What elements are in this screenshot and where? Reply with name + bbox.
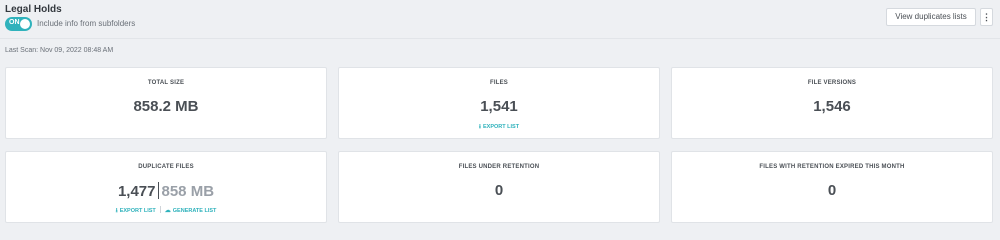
page-title: Legal Holds: [5, 4, 62, 15]
download-icon: ⭳: [115, 208, 118, 214]
card-value: 1,477 858 MB: [6, 182, 326, 200]
duplicate-count: 1,477: [117, 183, 156, 200]
retention-expired-card: FILES WITH RETENTION EXPIRED THIS MONTH …: [671, 151, 993, 223]
files-card: FILES 1,541 ⭳ EXPORT LIST: [338, 67, 660, 139]
generate-list-link[interactable]: ☁ GENERATE LIST: [165, 208, 217, 214]
card-label: FILES UNDER RETENTION: [458, 164, 540, 170]
total-size-card: TOTAL SIZE 858.2 MB: [5, 67, 327, 139]
card-value: 858.2 MB: [133, 98, 199, 115]
card-links: ⭳ EXPORT LIST: [339, 122, 659, 132]
card-label: FILES WITH RETENTION EXPIRED THIS MONTH: [759, 164, 905, 170]
last-scan-timestamp: Last Scan: Nov 09, 2022 08:48 AM: [5, 47, 114, 54]
more-options-button[interactable]: ⋮: [980, 8, 993, 26]
download-icon: ⭳: [478, 124, 482, 130]
page-header: Legal Holds ON Include info from subfold…: [0, 0, 1000, 39]
cloud-upload-icon: ☁: [164, 208, 171, 214]
card-label: FILES: [489, 80, 508, 86]
card-value: 1,541: [480, 98, 518, 115]
duplicate-size: 858 MB: [161, 183, 215, 200]
card-value: 0: [827, 182, 837, 199]
toggle-state-label: ON: [9, 19, 20, 26]
duplicate-files-card: DUPLICATE FILES 1,477 858 MB ⭳ EXPORT LIST…: [5, 151, 327, 223]
toggle-knob: [20, 19, 30, 29]
files-under-retention-card: FILES UNDER RETENTION 0: [338, 151, 660, 223]
export-list-label: EXPORT LIST: [119, 208, 156, 214]
include-subfolders-label: Include info from subfolders: [37, 19, 136, 28]
generate-list-label: GENERATE LIST: [172, 208, 217, 214]
export-list-label: EXPORT LIST: [483, 124, 520, 130]
export-list-link[interactable]: ⭳ EXPORT LIST: [116, 208, 156, 214]
link-divider: [159, 206, 161, 213]
card-label: DUPLICATE FILES: [138, 164, 194, 170]
card-links: ⭳ EXPORT LIST ☁ GENERATE LIST: [6, 206, 326, 216]
include-subfolders-toggle[interactable]: ON: [5, 17, 32, 31]
value-divider: [157, 182, 159, 199]
card-label: TOTAL SIZE: [147, 80, 185, 86]
card-label: FILE VERSIONS: [807, 80, 857, 86]
view-duplicates-lists-button[interactable]: View duplicates lists: [886, 8, 976, 26]
card-value: 1,546: [813, 98, 851, 115]
card-value: 0: [494, 182, 504, 199]
export-list-link[interactable]: ⭳ EXPORT LIST: [479, 124, 519, 130]
file-versions-card: FILE VERSIONS 1,546: [671, 67, 993, 139]
